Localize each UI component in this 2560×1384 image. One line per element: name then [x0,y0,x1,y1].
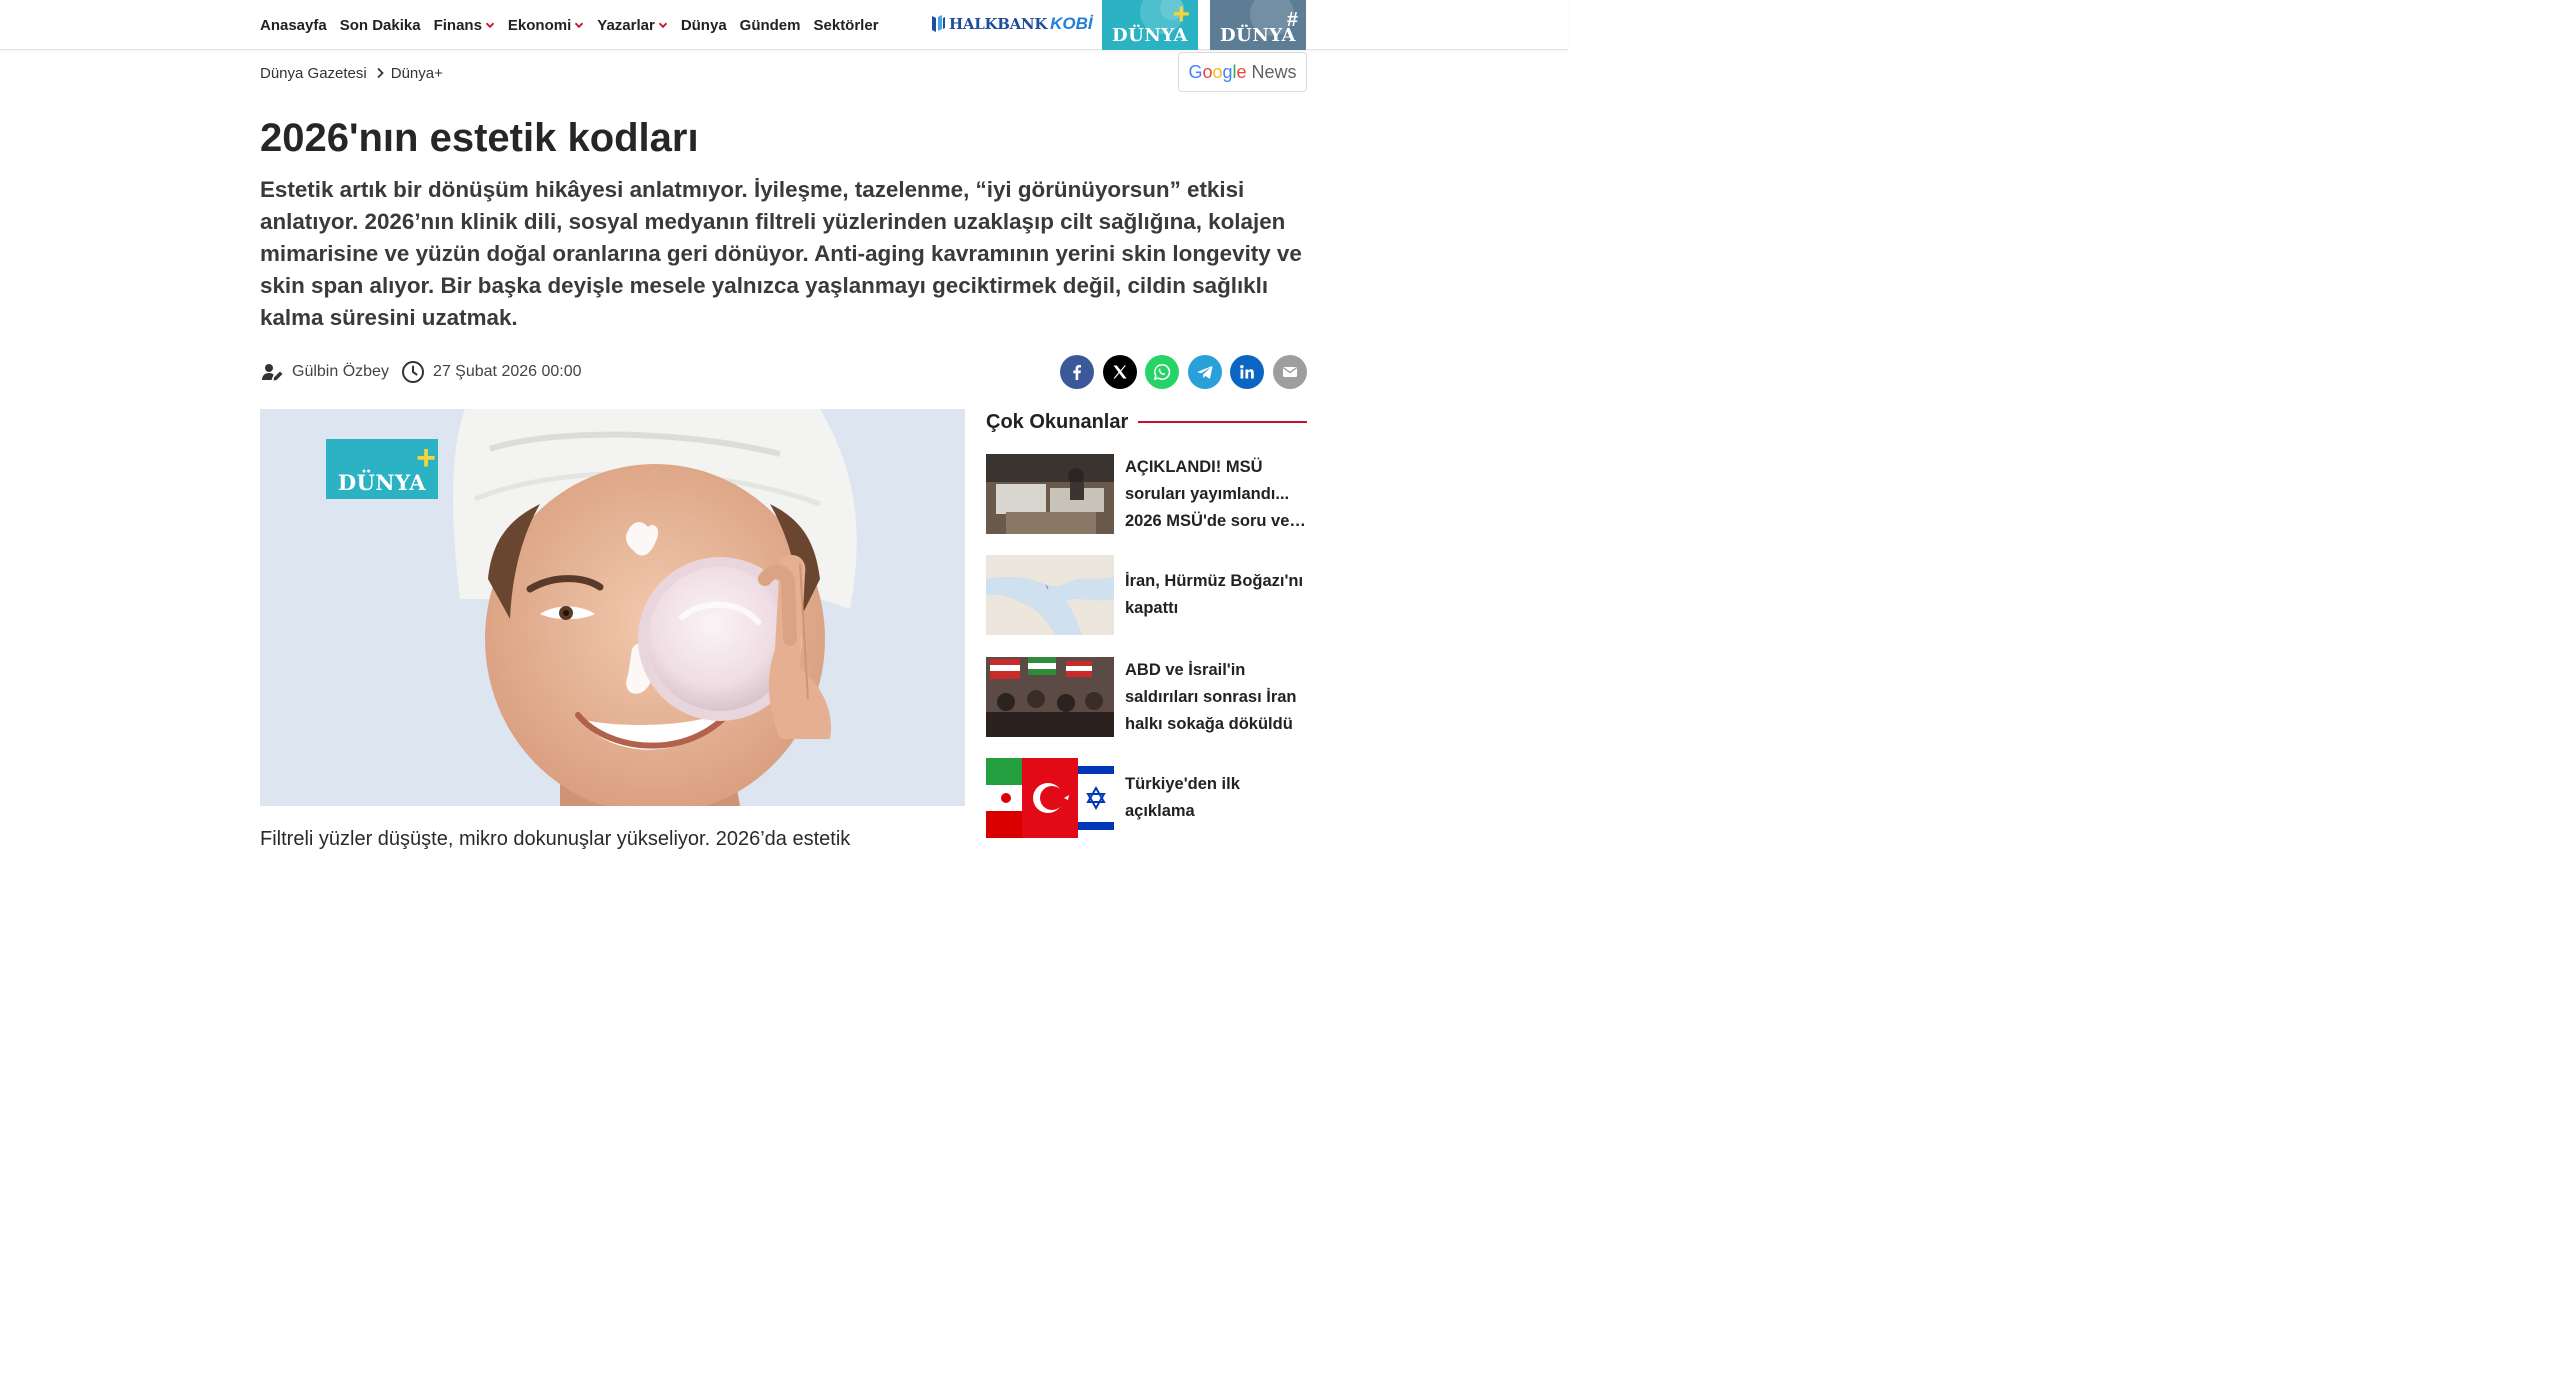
most-read-headline: Türkiye'den ilk açıklama [1125,775,1240,820]
nav-label: Anasayfa [260,16,327,34]
chevron-down-icon [574,20,584,30]
most-read-header: Çok Okunanlar [986,408,1307,436]
nav-item-dunya[interactable]: Dünya [681,17,727,34]
share-buttons [1060,355,1307,389]
most-read-headline: İran, Hürmüz Boğazı'nı kapattı [1125,572,1304,617]
google-letter: o [1202,61,1213,82]
share-facebook-button[interactable] [1060,355,1094,389]
kobi-wordmark: KOBİ [1050,14,1093,33]
header-divider [1138,421,1307,423]
breadcrumb-section[interactable]: Dünya+ [391,65,443,82]
main-menu: Anasayfa Son Dakika Finans Ekonomi Yazar… [260,0,892,50]
plus-icon: + [416,439,436,477]
share-whatsapp-button[interactable] [1145,355,1180,389]
email-icon [1282,367,1297,377]
nav-label: Finans [433,16,482,34]
strait-map [986,555,1114,635]
halkbank-kobi-logo[interactable]: HALKBANK KOBİ [930,12,1093,36]
chevron-down-icon [485,20,495,30]
most-read-headline: ABD ve İsrail'in saldırıları sonrası İra… [1125,660,1297,733]
chevron-right-icon [377,67,384,79]
telegram-icon [1197,366,1213,379]
nav-label: Son Dakika [339,16,421,34]
article-first-paragraph: Filtreli yüzler düşüşte, mikro dokunuşla… [260,828,851,850]
nav-label: Sektörler [813,16,879,34]
article-thumbnail [986,454,1114,534]
plus-icon: + [1172,0,1190,31]
nav-label: Ekonomi [507,16,572,34]
nav-item-gundem[interactable]: Gündem [740,17,801,34]
clock-icon [401,361,424,383]
dunya-hash-tile[interactable]: DÜNYA # [1210,0,1306,50]
nav-item-sektorler[interactable]: Sektörler [814,17,879,34]
nav-item-son-dakika[interactable]: Son Dakika [340,17,421,34]
nav-item-ekonomi[interactable]: Ekonomi [508,17,584,34]
nav-label: Gündem [739,16,801,34]
most-read-item[interactable]: İran, Hürmüz Boğazı'nı kapattı [986,555,1307,635]
news-wordmark: News [1251,61,1297,82]
whatsapp-icon [1154,364,1171,381]
nav-item-yazarlar[interactable]: Yazarlar [597,17,668,34]
author-icon [262,364,283,381]
hash-icon: # [1286,9,1298,31]
exam-hall-photo [986,454,1114,534]
google-wordmark: Google [1188,62,1246,83]
nav-item-anasayfa[interactable]: Anasayfa [260,17,327,34]
article-hero-image: DÜNYA + [260,409,965,806]
share-email-button[interactable] [1272,355,1307,389]
linkedin-icon [1240,365,1255,379]
x-icon [1112,365,1127,379]
google-letter: G [1188,61,1203,82]
most-read-item[interactable]: AÇIKLANDI! MSÜ soruları yayımlandı... 20… [986,454,1307,534]
dunya-wordmark: DÜNYA [337,470,427,495]
chevron-down-icon [658,20,668,30]
author-name[interactable]: Gülbin Özbey [292,363,389,381]
breadcrumb: Dünya Gazetesi Dünya+ [260,62,443,84]
facebook-icon [1073,365,1081,380]
most-read-headline: AÇIKLANDI! MSÜ soruları yayımlandı... 20… [1125,457,1290,530]
share-telegram-button[interactable] [1187,355,1222,389]
nav-item-finans[interactable]: Finans [434,17,495,34]
publish-date: 27 Şubat 2026 00:00 [432,363,582,380]
halkbank-icon [932,15,945,32]
nav-label: Dünya [680,16,727,34]
google-letter: o [1212,61,1223,82]
protest-photo [986,657,1114,737]
article-thumbnail [986,657,1114,737]
article-summary: Estetik artık bir dönüşüm hikâyesi anlat… [260,177,1302,330]
breadcrumb-home[interactable]: Dünya Gazetesi [260,65,367,82]
share-x-button[interactable] [1102,355,1137,389]
article-meta: Gülbin Özbey 27 Şubat 2026 00:00 [260,358,582,386]
article-title: 2026'nın estetik kodları [260,116,699,160]
nav-label: Yazarlar [597,16,655,34]
flags-photo [986,758,1114,838]
dunya-wordmark: DÜNYA [1220,25,1296,46]
google-letter: g [1222,61,1233,82]
article-thumbnail [986,758,1114,838]
google-news-button[interactable]: Google News [1178,52,1307,92]
most-read-item[interactable]: ABD ve İsrail'in saldırıları sonrası İra… [986,657,1307,737]
dunya-plus-tile[interactable]: DÜNYA + [1102,0,1198,50]
top-navigation: Anasayfa Son Dakika Finans Ekonomi Yazar… [0,0,1568,50]
google-letter: e [1236,61,1247,82]
share-linkedin-button[interactable] [1230,355,1265,389]
article-thumbnail [986,555,1114,635]
most-read-title: Çok Okunanlar [986,410,1129,433]
dunya-plus-badge: DÜNYA + [326,439,438,499]
halkbank-wordmark: HALKBANK [949,15,1048,33]
most-read-item[interactable]: Türkiye'den ilk açıklama [986,758,1307,838]
